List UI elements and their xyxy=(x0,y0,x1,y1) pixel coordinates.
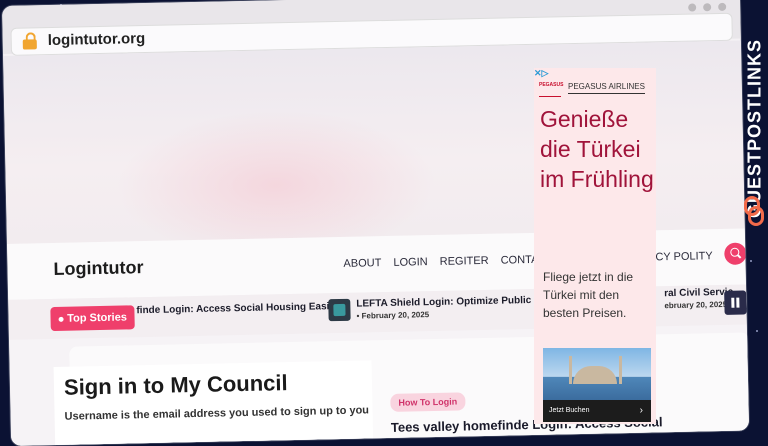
airline-logo: PEGASUS xyxy=(539,82,563,97)
login-subtitle: Username is the email address you used t… xyxy=(64,404,370,423)
star xyxy=(756,330,758,332)
window-dot-icon[interactable] xyxy=(718,2,727,12)
url-text: logintutor.org xyxy=(47,30,146,50)
ad-headline: Genieße die Türkei im Frühling xyxy=(540,106,654,192)
story-date: ebruary 20, 2025 xyxy=(664,299,728,311)
ad-image xyxy=(543,348,651,400)
star xyxy=(750,260,752,262)
category-tag[interactable]: How To Login xyxy=(390,392,466,412)
link-icon xyxy=(744,196,764,226)
chevron-right-icon: › xyxy=(639,405,643,416)
story-thumbnail[interactable] xyxy=(328,298,351,322)
menu-item-register[interactable]: REGITER xyxy=(440,255,489,268)
menu-item-about[interactable]: ABOUT xyxy=(343,257,381,270)
live-dot-icon xyxy=(58,316,64,322)
login-panel: Sign in to My Council Username is the em… xyxy=(53,360,374,446)
ticker-story[interactable]: ral Civil Servic ebruary 20, 2025 xyxy=(664,287,733,310)
window-dot-icon[interactable] xyxy=(703,3,712,12)
ad-brand: PEGASUS AIRLINES xyxy=(568,82,645,94)
ticker-story[interactable]: finde Login: Access Social Housing Easil… xyxy=(136,301,338,316)
menu-item-login[interactable]: LOGIN xyxy=(393,256,427,269)
ad-banner[interactable]: PEGASUS PEGASUS AIRLINES Genieße die Tür… xyxy=(534,68,656,424)
search-button[interactable] xyxy=(724,242,747,265)
menu-item-policy[interactable]: CY POLITY xyxy=(655,250,713,263)
side-brand-text: GUESTPOSTLINKS xyxy=(744,39,765,219)
ad-body: Fliege jetzt in die Türkei mit den beste… xyxy=(543,270,634,320)
ad-choices-icon[interactable]: ✕▷ xyxy=(534,68,548,79)
login-title: Sign in to My Council xyxy=(63,370,288,400)
lock-icon xyxy=(22,32,37,50)
window-dot-icon[interactable] xyxy=(688,3,697,12)
pause-button[interactable] xyxy=(724,290,747,315)
site-logo[interactable]: Logintutor xyxy=(53,257,143,280)
top-stories-label: Top Stories xyxy=(50,305,135,332)
ad-cta-button[interactable]: Jetzt Buchen › xyxy=(543,400,651,422)
